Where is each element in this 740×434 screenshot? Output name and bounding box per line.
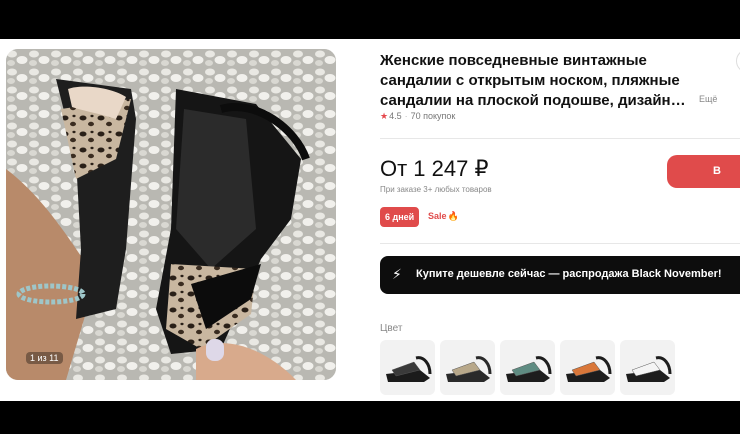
sandal-thumbnail — [566, 356, 612, 382]
sandal-photo-illustration — [6, 49, 336, 380]
promo-banner[interactable]: ⚡ Купите дешевле сейчас — распродажа Bla… — [380, 256, 740, 294]
star-icon: ★ — [380, 111, 389, 121]
price: От 1 247 ₽ — [380, 156, 489, 181]
add-to-cart-label: В корзину — [713, 165, 740, 210]
add-to-cart-button[interactable]: В корзину — [667, 155, 740, 210]
product-page: 1 из 11 Женские повседневные винтажные с… — [0, 39, 740, 401]
color-swatch-orange[interactable] — [560, 340, 615, 395]
color-swatch-green[interactable] — [500, 340, 555, 395]
separator-dot: · — [404, 111, 408, 121]
promo-text: Купите дешевле сейчас — распродажа Black… — [416, 268, 722, 280]
more-link[interactable]: Ещё — [699, 94, 717, 104]
color-label: Цвет — [380, 323, 403, 334]
product-info-panel: Женские повседневные винтажные сандалии … — [380, 39, 740, 401]
product-title: Женские повседневные винтажные сандалии … — [380, 52, 686, 109]
divider — [380, 138, 740, 139]
lightning-icon: ⚡ — [392, 266, 402, 282]
color-swatch-leopard[interactable] — [440, 340, 495, 395]
product-photo[interactable]: 1 из 11 — [6, 49, 336, 380]
color-swatch-white[interactable] — [620, 340, 675, 395]
flame-icon: 🔥 — [447, 211, 459, 221]
sandal-thumbnail — [506, 356, 552, 382]
sandal-thumbnail — [386, 356, 432, 382]
purchase-count: 70 покупок — [410, 111, 456, 121]
divider — [380, 243, 740, 244]
sale-label: Sale — [428, 211, 447, 221]
rating-row: ★4.5 · 70 покупок — [380, 111, 455, 122]
days-left-badge: 6 дней — [380, 207, 420, 227]
sale-tag: Sale🔥 — [428, 211, 459, 222]
image-counter: 1 из 11 — [26, 352, 63, 364]
next-arrow-button[interactable] — [736, 49, 740, 73]
color-swatch-black[interactable] — [380, 340, 435, 395]
sandal-thumbnail — [626, 356, 672, 382]
price-note: При заказе 3+ любых товаров — [380, 185, 492, 194]
rating-value: 4.5 — [389, 111, 402, 121]
sandal-thumbnail — [446, 356, 492, 382]
